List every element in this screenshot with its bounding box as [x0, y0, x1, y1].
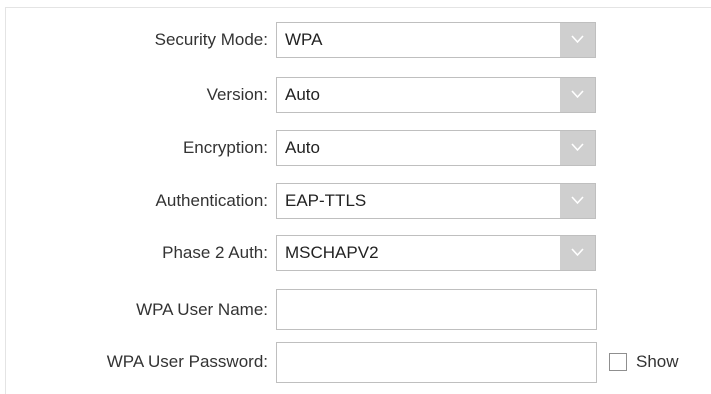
- wpa-user-password-input[interactable]: [276, 342, 597, 383]
- version-select[interactable]: Auto: [276, 77, 596, 113]
- phase2-auth-value: MSCHAPV2: [285, 243, 379, 262]
- show-password-label[interactable]: Show: [636, 350, 679, 374]
- security-mode-value: WPA: [285, 30, 323, 49]
- encryption-value: Auto: [285, 138, 320, 157]
- version-value: Auto: [285, 85, 320, 104]
- security-mode-dropdown-button[interactable]: [560, 23, 595, 57]
- security-mode-select[interactable]: WPA: [276, 22, 596, 58]
- encryption-dropdown-button[interactable]: [560, 131, 595, 165]
- phase2-auth-dropdown-button[interactable]: [560, 236, 595, 270]
- encryption-label: Encryption:: [182, 138, 268, 157]
- chevron-down-icon: [571, 143, 584, 152]
- security-mode-label: Security Mode:: [154, 30, 268, 49]
- show-password-checkbox[interactable]: [609, 353, 627, 371]
- version-label: Version:: [206, 85, 268, 104]
- wpa-user-name-input[interactable]: [276, 289, 597, 330]
- wpa-user-name-label: WPA User Name:: [136, 300, 268, 319]
- frame-left-border: [5, 7, 6, 394]
- chevron-down-icon: [571, 248, 584, 257]
- chevron-down-icon: [571, 90, 584, 99]
- encryption-select[interactable]: Auto: [276, 130, 596, 166]
- authentication-value: EAP-TTLS: [285, 191, 367, 210]
- authentication-dropdown-button[interactable]: [560, 184, 595, 218]
- frame-top-border: [5, 7, 711, 8]
- phase2-auth-label: Phase 2 Auth:: [162, 243, 268, 262]
- authentication-select[interactable]: EAP-TTLS: [276, 183, 596, 219]
- wpa-user-password-label: WPA User Password:: [106, 352, 268, 371]
- chevron-down-icon: [571, 196, 584, 205]
- authentication-label: Authentication:: [155, 191, 268, 210]
- version-dropdown-button[interactable]: [560, 78, 595, 112]
- chevron-down-icon: [571, 35, 584, 44]
- phase2-auth-select[interactable]: MSCHAPV2: [276, 235, 596, 271]
